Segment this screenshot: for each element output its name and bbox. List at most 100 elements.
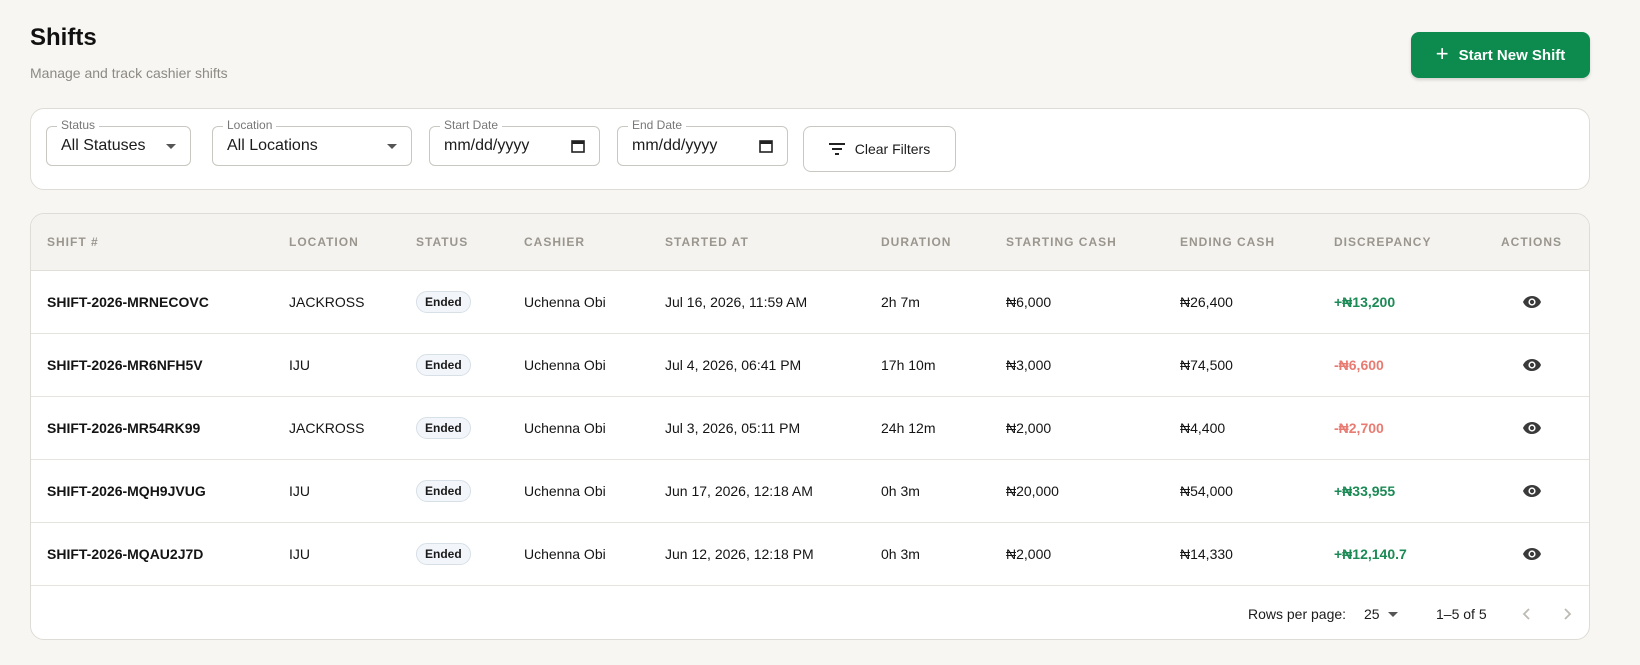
start-date-value: mm/dd/yyyy: [444, 137, 530, 154]
cell-shift-number: SHIFT-2026-MR54RK99: [47, 420, 201, 436]
calendar-icon[interactable]: [571, 139, 585, 153]
cell-discrepancy: -₦6,600: [1334, 357, 1384, 373]
table-header: Shift # Location Status Cashier Started …: [31, 214, 1589, 271]
column-header-ending-cash[interactable]: Ending Cash: [1180, 214, 1275, 271]
cell-discrepancy: +₦33,955: [1334, 483, 1396, 499]
cell-cashier: Uchenna Obi: [524, 294, 606, 310]
table-row[interactable]: SHIFT-2026-MQH9JVUG IJU Ended Uchenna Obi Ju…: [31, 460, 1589, 523]
chevron-right-icon[interactable]: [1559, 606, 1575, 622]
clear-filters-button[interactable]: Clear Filters: [803, 126, 956, 172]
rows-per-page-select[interactable]: 25: [1364, 588, 1398, 639]
location-select-label: Location: [223, 118, 277, 132]
cell-location: IJU: [289, 546, 310, 562]
cell-starting-cash: ₦2,000: [1006, 546, 1052, 562]
calendar-icon[interactable]: [759, 139, 773, 153]
status-select-value: All Statuses: [61, 137, 146, 154]
eye-icon[interactable]: [1522, 545, 1542, 563]
start-new-shift-label: Start New Shift: [1458, 46, 1566, 64]
column-header-duration[interactable]: Duration: [881, 214, 951, 271]
cell-location: IJU: [289, 483, 310, 499]
status-badge: Ended: [416, 417, 471, 439]
column-header-shift[interactable]: Shift #: [47, 214, 99, 271]
cell-ending-cash: ₦54,000: [1180, 483, 1233, 499]
cell-cashier: Uchenna Obi: [524, 357, 606, 373]
eye-icon[interactable]: [1522, 482, 1542, 500]
cell-starting-cash: ₦3,000: [1006, 357, 1052, 373]
eye-icon[interactable]: [1522, 293, 1542, 311]
status-badge: Ended: [416, 354, 471, 376]
cell-started-at: Jun 12, 2026, 12:18 PM: [665, 546, 814, 562]
cell-cashier: Uchenna Obi: [524, 420, 606, 436]
cell-duration: 0h 3m: [881, 483, 920, 499]
cell-started-at: Jul 16, 2026, 11:59 AM: [665, 294, 808, 310]
cell-shift-number: SHIFT-2026-MQAU2J7D: [47, 546, 204, 562]
table-row[interactable]: SHIFT-2026-MR54RK99 JACKROSS Ended Uchenna …: [31, 397, 1589, 460]
cell-started-at: Jul 3, 2026, 05:11 PM: [665, 420, 801, 436]
page-title: Shifts: [30, 24, 97, 51]
cell-started-at: Jul 4, 2026, 06:41 PM: [665, 357, 802, 373]
rows-per-page-value: 25: [1364, 606, 1380, 622]
plus-icon: +: [1435, 41, 1449, 66]
table-pagination: Rows per page: 25 1–5 of 5: [31, 588, 1589, 639]
cell-discrepancy: +₦12,140.7: [1334, 546, 1407, 562]
eye-icon[interactable]: [1522, 356, 1542, 374]
start-date-input[interactable]: Start Date mm/dd/yyyy: [429, 118, 600, 166]
cell-starting-cash: ₦20,000: [1006, 483, 1059, 499]
cell-started-at: Jun 17, 2026, 12:18 AM: [665, 483, 813, 499]
column-header-started-at[interactable]: Started At: [665, 214, 749, 271]
rows-per-page-label: Rows per page:: [1248, 606, 1347, 622]
shifts-page: Shifts Manage and track cashier shifts +…: [0, 0, 1640, 665]
status-select[interactable]: Status All Statuses: [46, 118, 191, 166]
status-badge: Ended: [416, 480, 471, 502]
end-date-value: mm/dd/yyyy: [632, 137, 718, 154]
cell-ending-cash: ₦26,400: [1180, 294, 1233, 310]
filter-icon: [828, 143, 845, 155]
chevron-down-icon: [166, 143, 176, 149]
column-header-status[interactable]: Status: [416, 214, 468, 271]
cell-starting-cash: ₦6,000: [1006, 294, 1052, 310]
cell-duration: 0h 3m: [881, 546, 920, 562]
cell-shift-number: SHIFT-2026-MRNECOVC: [47, 294, 209, 310]
cell-duration: 2h 7m: [881, 294, 920, 310]
shifts-table: Shift # Location Status Cashier Started …: [30, 213, 1590, 640]
column-header-location[interactable]: Location: [289, 214, 359, 271]
page-subtitle: Manage and track cashier shifts: [30, 65, 228, 81]
chevron-left-icon[interactable]: [1519, 606, 1535, 622]
end-date-label: End Date: [628, 118, 687, 132]
end-date-input[interactable]: End Date mm/dd/yyyy: [617, 118, 788, 166]
table-row[interactable]: SHIFT-2026-MR6NFH5V IJU Ended Uchenna Obi Ju…: [31, 334, 1589, 397]
table-row[interactable]: SHIFT-2026-MRNECOVC JACKROSS Ended Uchenna …: [31, 271, 1589, 334]
table-row[interactable]: SHIFT-2026-MQAU2J7D IJU Ended Uchenna Obi Ju…: [31, 523, 1589, 586]
status-select-label: Status: [57, 118, 100, 132]
column-header-discrepancy[interactable]: Discrepancy: [1334, 214, 1431, 271]
status-badge: Ended: [416, 543, 471, 565]
cell-duration: 17h 10m: [881, 357, 936, 373]
cell-duration: 24h 12m: [881, 420, 936, 436]
filter-bar: Status All Statuses Location All Locatio…: [30, 108, 1590, 190]
eye-icon[interactable]: [1522, 419, 1542, 437]
status-badge: Ended: [416, 291, 471, 313]
cell-location: JACKROSS: [289, 294, 365, 310]
cell-ending-cash: ₦4,400: [1180, 420, 1226, 436]
chevron-down-icon: [387, 143, 397, 149]
cell-discrepancy: +₦13,200: [1334, 294, 1396, 310]
start-date-label: Start Date: [440, 118, 503, 132]
column-header-starting-cash[interactable]: Starting Cash: [1006, 214, 1117, 271]
cell-cashier: Uchenna Obi: [524, 483, 606, 499]
chevron-down-icon: [1387, 611, 1398, 617]
clear-filters-label: Clear Filters: [854, 141, 931, 157]
cell-shift-number: SHIFT-2026-MR6NFH5V: [47, 357, 203, 373]
pagination-range: 1–5 of 5: [1436, 606, 1487, 622]
cell-cashier: Uchenna Obi: [524, 546, 606, 562]
cell-location: IJU: [289, 357, 310, 373]
start-new-shift-button[interactable]: + Start New Shift: [1411, 32, 1590, 78]
cell-location: JACKROSS: [289, 420, 365, 436]
column-header-actions: Actions: [1501, 235, 1562, 249]
location-select-value: All Locations: [227, 137, 318, 154]
column-header-cashier[interactable]: Cashier: [524, 214, 585, 271]
cell-discrepancy: -₦2,700: [1334, 420, 1384, 436]
cell-shift-number: SHIFT-2026-MQH9JVUG: [47, 483, 206, 499]
location-select[interactable]: Location All Locations: [212, 118, 412, 166]
cell-ending-cash: ₦74,500: [1180, 357, 1233, 373]
cell-ending-cash: ₦14,330: [1180, 546, 1233, 562]
